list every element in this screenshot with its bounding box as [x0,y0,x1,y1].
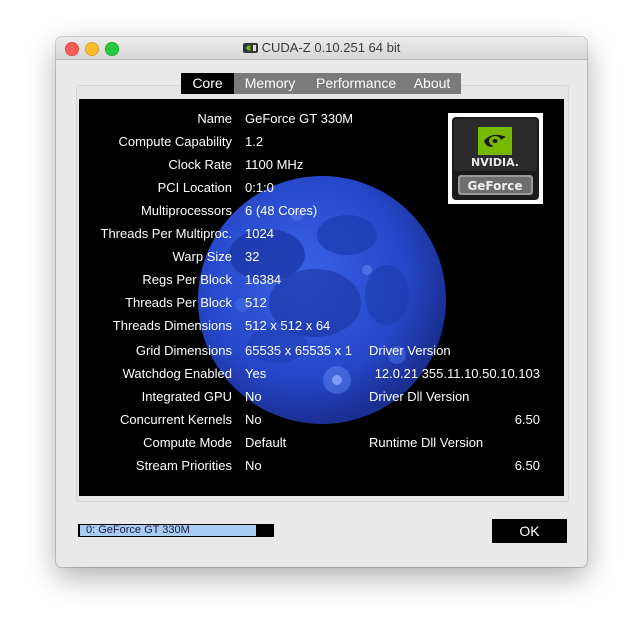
info-label: Integrated GPU [141,389,232,404]
ok-button[interactable]: OK [492,519,567,543]
info-row-pci-location: PCI Location 0:1:0 [79,179,564,197]
runtime-dll-version-label: Runtime Dll Version [369,435,484,450]
info-row-threads-per-multiproc: Threads Per Multiproc. 1024 [79,225,564,243]
tab-about[interactable]: About [403,73,461,94]
info-row-name: Name GeForce GT 330M [79,110,564,128]
info-row-compute-capability: Compute Capability 1.2 [79,133,564,151]
main-window: CUDA-Z 0.10.251 64 bit Core Memory Perfo… [56,37,587,567]
info-label: Grid Dimensions [135,343,232,358]
info-label: Clock Rate [168,157,232,172]
info-row-multiprocessors: Multiprocessors 6 (48 Cores) [79,202,564,220]
info-row-threads-dimensions: Threads Dimensions 512 x 512 x 64 [79,317,564,335]
info-row-warp-size: Warp Size 32 [79,248,564,266]
tab-memory[interactable]: Memory [234,73,306,94]
info-label: PCI Location [157,180,232,195]
runtime-dll-version-value[interactable]: 6.50 [515,457,540,475]
info-value[interactable]: No [245,457,262,475]
device-selector[interactable]: 0: GeForce GT 330M [78,524,274,537]
info-value[interactable]: 32 [245,248,259,266]
driver-version-value[interactable]: 12.0.21 355.11.10.50.10.103 [375,365,540,383]
info-value[interactable]: 6 (48 Cores) [245,202,317,220]
window-title-group: CUDA-Z 0.10.251 64 bit [56,37,587,59]
tab-core[interactable]: Core [181,73,234,94]
info-row-stream-priorities: Stream Priorities No 6.50 [79,457,564,475]
info-row-clock-rate: Clock Rate 1100 MHz [79,156,564,174]
info-value[interactable]: 512 [245,294,267,312]
info-value[interactable]: 65535 x 65535 x 1 [245,342,352,360]
driver-version-label: Driver Version [369,343,451,358]
info-label: Name [197,111,232,126]
cuda-z-icon [242,43,258,53]
info-label: Threads Per Multiproc. [100,226,233,241]
info-row-compute-mode: Compute Mode Default Runtime Dll Version [79,434,564,452]
core-info-panel: NVIDIA. GeForce Name GeForce GT 330M Com… [79,99,564,496]
info-row-threads-per-block: Threads Per Block 512 [79,294,564,312]
driver-dll-version-label: Driver Dll Version [369,389,470,404]
info-label: Compute Capability [118,134,232,149]
info-row-integrated-gpu: Integrated GPU No Driver Dll Version [79,388,564,406]
info-label: Stream Priorities [135,458,232,473]
info-label: Watchdog Enabled [122,366,232,381]
info-value[interactable]: Yes [245,365,266,383]
info-row-regs-per-block: Regs Per Block 16384 [79,271,564,289]
info-label: Multiprocessors [140,203,232,218]
tab-bar: Core Memory Performance About [181,73,461,94]
device-selector-value[interactable]: 0: GeForce GT 330M [80,525,256,536]
info-value[interactable]: GeForce GT 330M [245,110,353,128]
info-label: Threads Dimensions [112,318,232,333]
info-label: Regs Per Block [142,272,232,287]
info-row-watchdog-enabled: Watchdog Enabled Yes 12.0.21 355.11.10.5… [79,365,564,383]
info-value[interactable]: No [245,411,262,429]
info-value[interactable]: No [245,388,262,406]
window-title: CUDA-Z 0.10.251 64 bit [261,40,401,55]
info-row-grid-dimensions: Grid Dimensions 65535 x 65535 x 1 Driver… [79,342,564,360]
info-value[interactable]: 1100 MHz [245,156,303,174]
title-bar[interactable]: CUDA-Z 0.10.251 64 bit [56,37,587,60]
info-value[interactable]: 1.2 [245,133,263,151]
info-value[interactable]: 16384 [245,271,281,289]
info-value[interactable]: 0:1:0 [245,179,274,197]
info-value[interactable]: 1024 [245,225,274,243]
info-value[interactable]: 512 x 512 x 64 [245,317,330,335]
info-value[interactable]: Default [245,434,286,452]
info-label: Concurrent Kernels [120,412,232,427]
info-label: Threads Per Block [125,295,232,310]
info-label: Compute Mode [143,435,232,450]
tab-performance[interactable]: Performance [306,73,403,94]
info-label: Warp Size [172,249,232,264]
driver-dll-version-value[interactable]: 6.50 [515,411,540,429]
info-row-concurrent-kernels: Concurrent Kernels No 6.50 [79,411,564,429]
